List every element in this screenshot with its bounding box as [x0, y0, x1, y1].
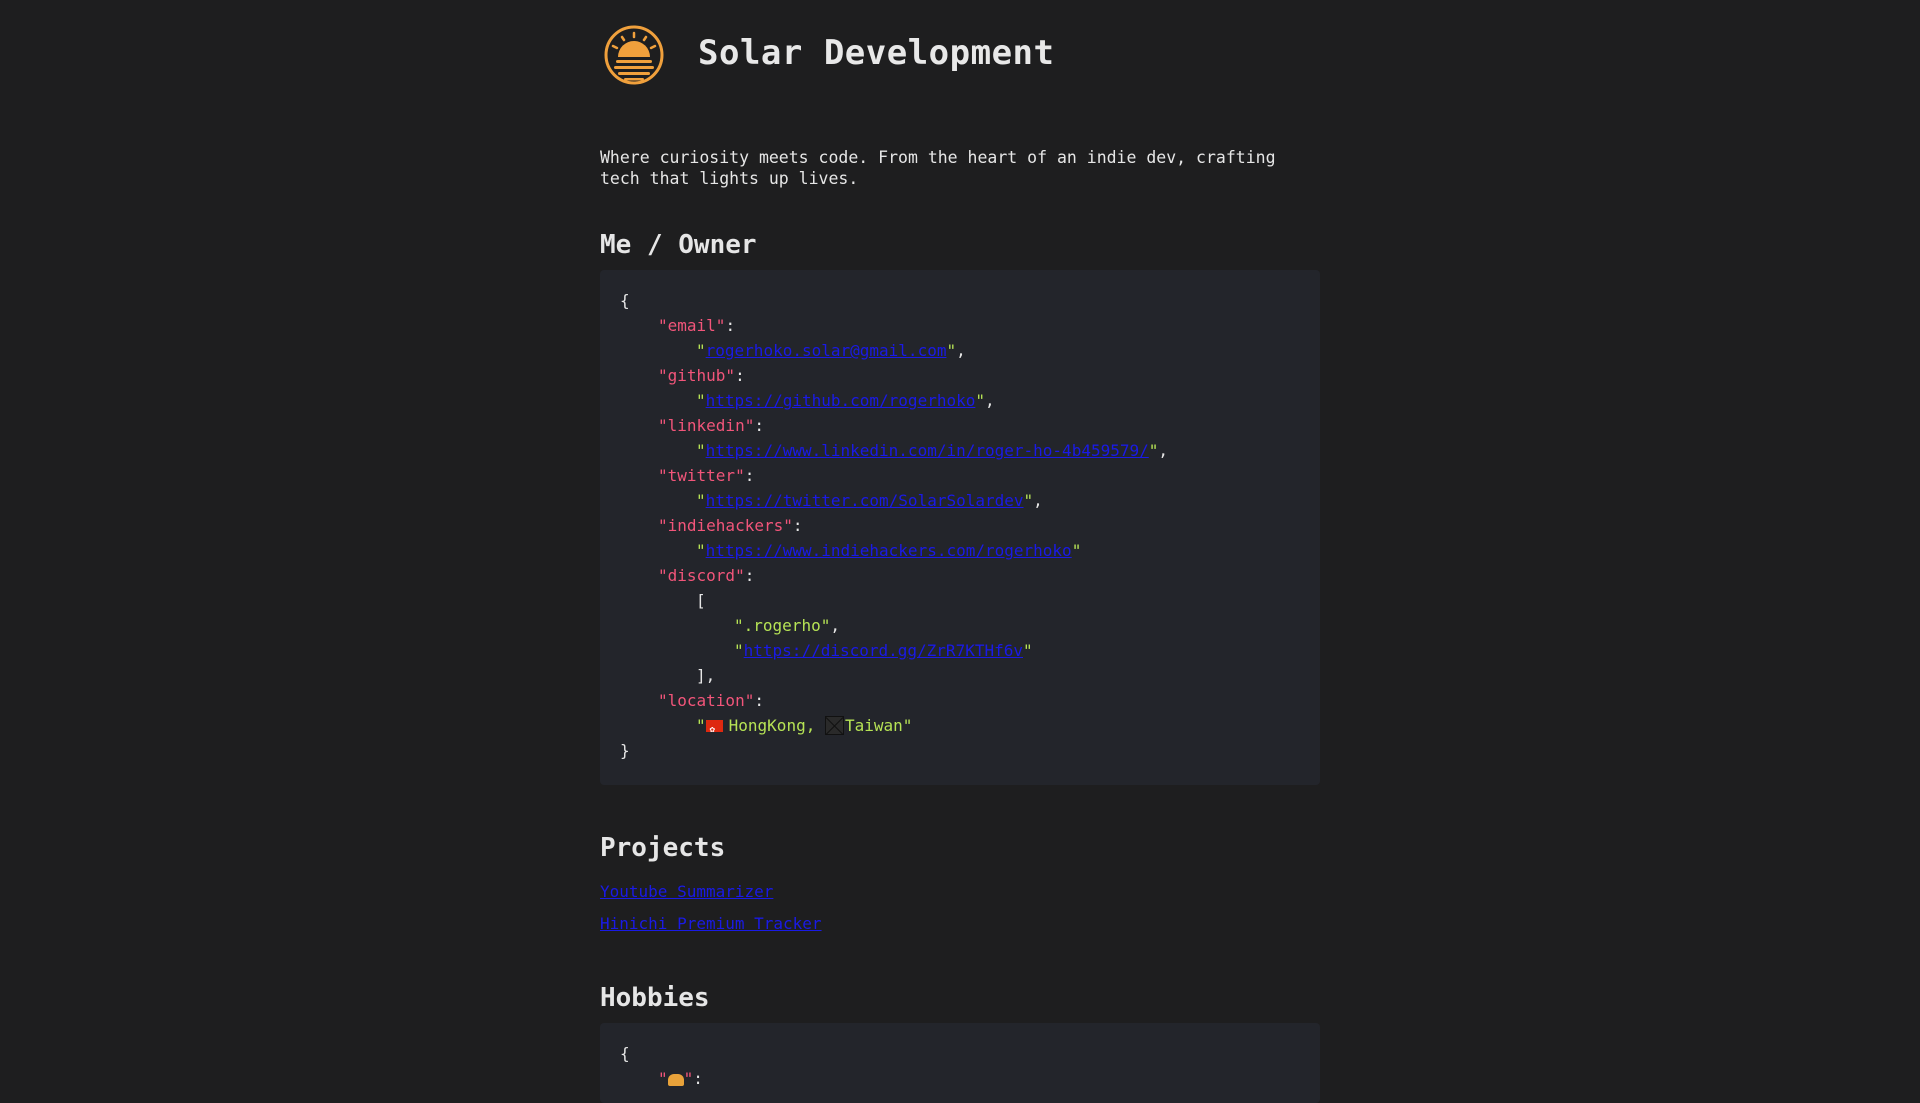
discord-key: "discord" [658, 566, 745, 585]
discord-link[interactable]: https://discord.gg/ZrR7KTHf6v [744, 641, 1023, 660]
email-value-line: "rogerhoko.solar@gmail.com", [696, 341, 966, 360]
location-taiwan: Taiwan [844, 716, 903, 735]
location-hongkong: HongKong, [728, 716, 825, 735]
discord-array-close: ], [696, 666, 716, 685]
hobby-key-line: " ": [658, 1069, 703, 1088]
hobbies-brace-open: { [620, 1044, 630, 1063]
indiehackers-key: "indiehackers" [658, 516, 793, 535]
github-key: "github" [658, 366, 736, 385]
github-key-line: "github": [658, 366, 745, 385]
twitter-value-line: "https://twitter.com/SolarSolardev", [696, 491, 1043, 510]
location-key: "location" [658, 691, 755, 710]
discord-handle-line: ".rogerho", [734, 616, 840, 635]
discord-handle: .rogerho [743, 616, 821, 635]
project-link-youtube-summarizer[interactable]: Youtube Summarizer [600, 876, 822, 908]
discord-link-line: "https://discord.gg/ZrR7KTHf6v" [734, 641, 1033, 660]
twitter-link[interactable]: https://twitter.com/SolarSolardev [706, 491, 1024, 510]
site-header: Solar Development [600, 18, 1055, 88]
indiehackers-key-line: "indiehackers": [658, 516, 803, 535]
tagline: Where curiosity meets code. From the hea… [600, 148, 1276, 188]
linkedin-key-line: "linkedin": [658, 416, 764, 435]
twitter-key-line: "twitter": [658, 466, 755, 485]
projects-list: Youtube Summarizer Hinichi Premium Track… [600, 876, 822, 940]
owner-heading: Me / Owner [600, 230, 757, 260]
location-value-line: "HongKong, Taiwan" [620, 713, 1300, 743]
github-link[interactable]: https://github.com/rogerhoko [706, 391, 976, 410]
hobby-emoji-icon [667, 1074, 684, 1086]
project-link-hinichi-premium-tracker[interactable]: Hinichi Premium Tracker [600, 908, 822, 940]
indiehackers-value-line: "https://www.indiehackers.com/rogerhoko" [696, 541, 1082, 560]
brace-open: { [620, 291, 630, 310]
brace-close: } [620, 741, 630, 760]
indiehackers-link[interactable]: https://www.indiehackers.com/rogerhoko [706, 541, 1072, 560]
linkedin-key: "linkedin" [658, 416, 755, 435]
email-key: "email" [658, 316, 726, 335]
sun-logo-icon[interactable] [600, 19, 668, 87]
owner-json-block: { "email": "rogerhoko.solar@gmail.com", … [600, 270, 1320, 785]
github-value-line: "https://github.com/rogerhoko", [696, 391, 995, 410]
missing-glyph-icon [824, 716, 844, 735]
location-key-line: "location": [658, 691, 764, 710]
site-title: Solar Development [698, 33, 1055, 73]
hongkong-flag-icon [705, 718, 723, 743]
email-key-line: "email": [658, 316, 736, 335]
discord-array-open: [ [696, 591, 706, 610]
email-link[interactable]: rogerhoko.solar@gmail.com [706, 341, 947, 360]
projects-heading: Projects [600, 833, 726, 863]
linkedin-value-line: "https://www.linkedin.com/in/roger-ho-4b… [696, 441, 1169, 460]
linkedin-link[interactable]: https://www.linkedin.com/in/roger-ho-4b4… [706, 441, 1149, 460]
twitter-key: "twitter" [658, 466, 745, 485]
discord-key-line: "discord": [658, 566, 755, 585]
hobbies-json-block: { " ": [600, 1023, 1320, 1103]
hobbies-heading: Hobbies [600, 983, 710, 1013]
